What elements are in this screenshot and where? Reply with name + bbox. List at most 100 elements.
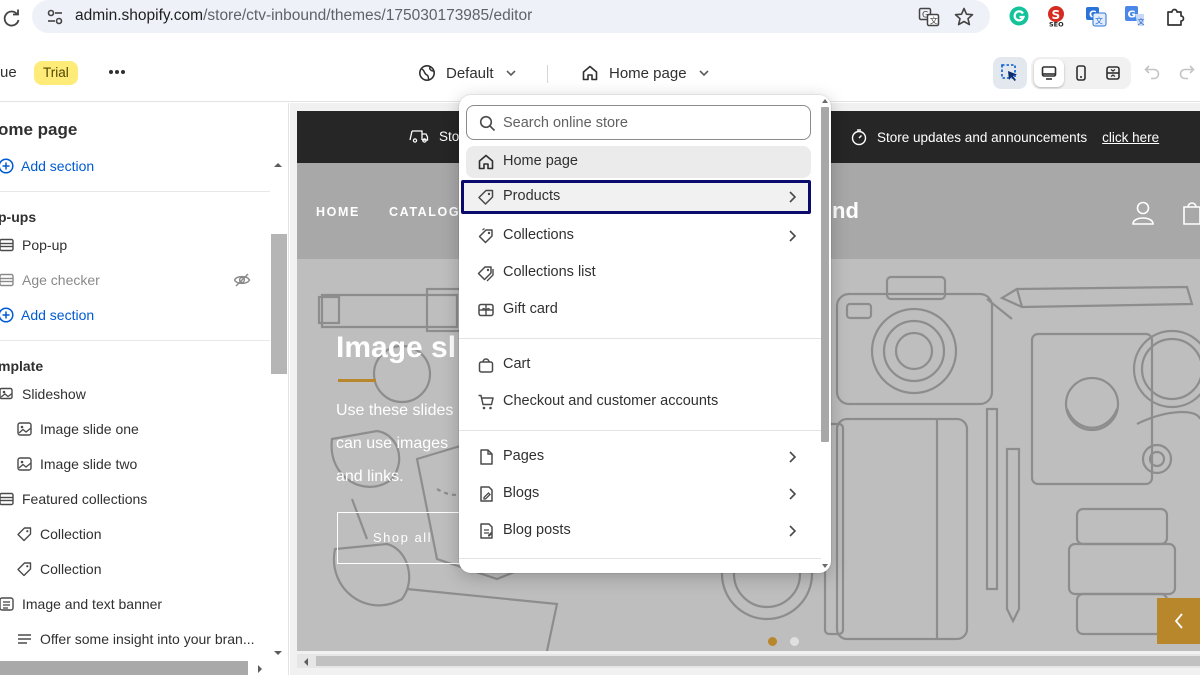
- hero-text-line: and links.: [336, 468, 404, 485]
- slide-previous-button[interactable]: [1157, 598, 1200, 644]
- scroll-down-arrow-icon[interactable]: [821, 563, 829, 569]
- url-text[interactable]: admin.shopify.com/store/ctv-inbound/them…: [75, 7, 532, 25]
- sidebar-scrollbar-track[interactable]: [270, 155, 288, 675]
- dropdown-item-gift-card[interactable]: Gift card: [466, 294, 811, 326]
- dropdown-item-pages[interactable]: Pages: [466, 441, 811, 473]
- sidebar-item-image-slide-one[interactable]: Image slide one: [16, 416, 139, 442]
- dropdown-scrollbar-thumb[interactable]: [821, 107, 829, 442]
- chevron-right-icon: [785, 189, 799, 205]
- device-preview-switcher: [1031, 57, 1131, 89]
- dropdown-item-collections-list[interactable]: Collections list: [466, 257, 811, 289]
- tag-icon: [477, 188, 495, 206]
- address-bar[interactable]: admin.shopify.com/store/ctv-inbound/them…: [32, 0, 990, 33]
- dropdown-item-home-page[interactable]: Home page: [466, 146, 811, 178]
- store-logo[interactable]: nd: [832, 198, 859, 224]
- extensions-puzzle-icon[interactable]: [1164, 5, 1186, 27]
- section-icon: [0, 272, 15, 288]
- svg-text:文: 文: [1138, 17, 1145, 26]
- inspector-toggle-icon[interactable]: [993, 57, 1027, 89]
- mobile-view-icon[interactable]: [1066, 59, 1096, 87]
- full-width-view-icon[interactable]: [1098, 59, 1128, 87]
- theme-editor-toolbar: ue Trial Default Home page: [0, 42, 1200, 102]
- scroll-up-arrow-icon[interactable]: [821, 98, 829, 104]
- announcement-right-text: Store updates and announcements: [877, 129, 1088, 145]
- slide-dot-active[interactable]: [768, 637, 777, 646]
- chevron-right-icon: [785, 449, 799, 465]
- preview-scrollbar-thumb[interactable]: [316, 656, 1200, 666]
- theme-settings-selector[interactable]: Default: [418, 60, 518, 86]
- sidebar-item-featured-collections[interactable]: Featured collections: [0, 486, 147, 512]
- popups-heading: p-ups: [0, 209, 37, 225]
- scroll-down-arrow-icon[interactable]: [272, 648, 284, 658]
- sidebar-item-collection[interactable]: Collection: [16, 521, 101, 547]
- translate-icon[interactable]: G文: [918, 6, 940, 28]
- sidebar-item-label: Pop-up: [22, 237, 68, 253]
- sidebar-item-image-and-text-banner[interactable]: Image and text banner: [0, 591, 162, 617]
- dropdown-item-products[interactable]: Products: [461, 180, 811, 214]
- undo-icon[interactable]: [1143, 62, 1161, 80]
- more-actions-icon[interactable]: [104, 58, 132, 86]
- template-heading: mplate: [0, 358, 44, 374]
- google-translate-extension-icon[interactable]: G文: [1124, 5, 1146, 27]
- dropdown-divider: [459, 558, 821, 559]
- sidebar-item-label: Featured collections: [22, 491, 148, 507]
- image-icon: [16, 456, 33, 472]
- theme-name: ue: [0, 64, 17, 81]
- grammarly-extension-icon[interactable]: [1008, 5, 1030, 27]
- reload-icon[interactable]: [2, 8, 22, 28]
- blog-post-icon: [477, 522, 495, 540]
- sidebar-item-slideshow[interactable]: Slideshow: [0, 381, 86, 407]
- dropdown-item-blogs[interactable]: Blogs: [466, 478, 811, 510]
- nav-home-link[interactable]: HOME: [316, 205, 360, 219]
- sidebar-item-age-checker[interactable]: Age checker: [0, 267, 100, 293]
- nav-catalog-link[interactable]: CATALOG: [389, 205, 460, 219]
- dropdown-divider: [459, 430, 821, 431]
- announcement-link[interactable]: click here: [1102, 130, 1159, 145]
- sidebar-horizontal-scrollbar[interactable]: [0, 661, 248, 675]
- page-selector[interactable]: Home page: [581, 60, 711, 86]
- sidebar-item-image-slide-two[interactable]: Image slide two: [16, 451, 137, 477]
- slide-dot[interactable]: [790, 637, 799, 646]
- search-icon: [479, 115, 496, 132]
- sidebar-item-collection[interactable]: Collection: [16, 556, 101, 582]
- hero-text-line: Use these slides: [336, 402, 454, 419]
- cart-icon[interactable]: [1181, 198, 1200, 226]
- dropdown-item-blog-posts[interactable]: Blog posts: [466, 515, 811, 547]
- account-icon[interactable]: [1130, 200, 1156, 226]
- dropdown-item-checkout[interactable]: Checkout and customer accounts: [466, 386, 811, 418]
- globe-icon: [418, 64, 436, 82]
- tag-icon: [16, 561, 33, 577]
- search-field[interactable]: [466, 105, 811, 140]
- translator-extension-icon[interactable]: G文: [1085, 5, 1107, 27]
- add-section-button-popups[interactable]: Add section: [0, 302, 94, 328]
- theme-select-label: Default: [446, 64, 494, 82]
- redo-icon[interactable]: [1178, 62, 1196, 80]
- shop-all-button[interactable]: Shop all: [337, 512, 467, 564]
- trial-badge: Trial: [34, 61, 78, 85]
- sidebar-item-label: Image slide one: [40, 421, 139, 437]
- scroll-left-arrow-icon[interactable]: [302, 657, 310, 667]
- add-section-button[interactable]: Add section: [0, 153, 94, 179]
- dropdown-item-collections[interactable]: Collections: [466, 220, 811, 252]
- chevron-right-icon: [785, 228, 799, 244]
- dropdown-item-cart[interactable]: Cart: [466, 349, 811, 381]
- checkout-cart-icon: [477, 393, 495, 411]
- page-select-label: Home page: [609, 64, 687, 82]
- stopwatch-icon: [850, 128, 868, 146]
- sidebar-item-offer-text[interactable]: Offer some insight into your bran...: [16, 626, 255, 652]
- search-input[interactable]: [503, 110, 803, 136]
- scroll-right-arrow-icon[interactable]: [256, 664, 264, 674]
- bookmark-star-icon[interactable]: [953, 6, 975, 28]
- dropdown-item-label: Pages: [503, 448, 545, 464]
- add-section-label: Add section: [21, 307, 95, 323]
- dropdown-divider: [459, 338, 821, 339]
- desktop-view-icon[interactable]: [1034, 59, 1064, 87]
- sidebar-item-label: Slideshow: [22, 386, 86, 402]
- site-settings-icon[interactable]: [46, 8, 64, 26]
- seo-extension-icon[interactable]: S SEO: [1046, 5, 1068, 27]
- chevron-down-icon: [697, 66, 711, 80]
- hidden-eye-icon[interactable]: [233, 272, 251, 288]
- sidebar-divider: [0, 191, 270, 192]
- sidebar-scrollbar-thumb[interactable]: [271, 234, 287, 374]
- sidebar-item-popup[interactable]: Pop-up: [0, 232, 67, 258]
